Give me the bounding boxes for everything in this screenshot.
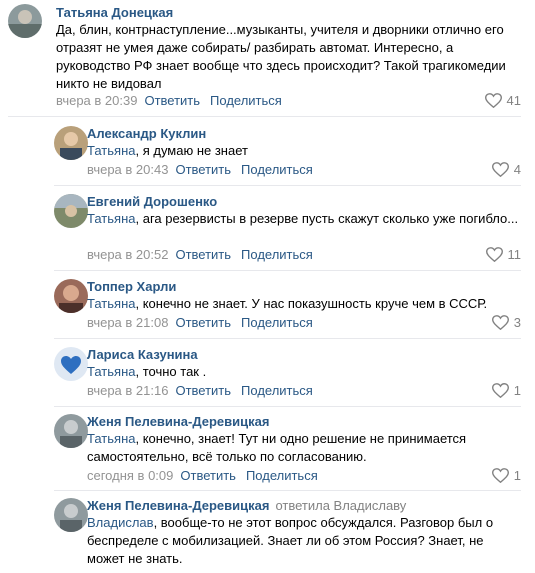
divider (54, 185, 521, 186)
share-button[interactable]: Поделиться (241, 247, 313, 262)
reply-to-link[interactable]: Татьяна (87, 211, 135, 226)
comment-text: Татьяна, конечно, знает! Тут ни одно реш… (87, 430, 519, 466)
comment-author[interactable]: Женя Пелевина-Деревицкая ответила Владисл… (87, 498, 406, 513)
comment-text: Да, блин, контрнаступление...музыканты, … (56, 22, 506, 91)
comment-meta: вчера в 21:08 Ответить Поделиться (87, 315, 313, 330)
like-button[interactable]: 11 (485, 247, 522, 262)
heart-outline-icon (484, 93, 502, 108)
share-button[interactable]: Поделиться (241, 315, 313, 330)
reply-button[interactable]: Ответить (175, 315, 231, 330)
comment-author[interactable]: Татьяна Донецкая (56, 5, 173, 20)
like-count: 1 (513, 383, 521, 398)
author-reply-note: ответила Владиславу (275, 498, 407, 513)
comment-author[interactable]: Евгений Дорошенко (87, 194, 217, 209)
reply-button[interactable]: Ответить (180, 468, 236, 483)
share-button[interactable]: Поделиться (241, 383, 313, 398)
share-button[interactable]: Поделиться (246, 468, 318, 483)
comment-text: Владислав, вообще-то не этот вопрос обсу… (87, 514, 519, 568)
like-button[interactable]: 3 (491, 315, 521, 330)
comment-body: , я думаю не знает (135, 143, 248, 158)
comment-body: , конечно, знает! Тут ни одно решение не… (87, 431, 467, 464)
comment-meta: вчера в 20:39 Ответить Поделиться (56, 93, 282, 108)
like-button[interactable]: 4 (491, 162, 521, 177)
avatar[interactable] (54, 279, 88, 313)
heart-outline-icon (491, 468, 509, 483)
comment-author[interactable]: Лариса Казунина (87, 347, 198, 362)
reply-button[interactable]: Ответить (175, 162, 231, 177)
heart-outline-icon (491, 315, 509, 330)
comment-text: Татьяна, точно так . (87, 363, 519, 381)
like-count: 41 (506, 93, 521, 108)
comment-author[interactable]: Топпер Харли (87, 279, 176, 294)
divider (54, 490, 521, 491)
comment-time[interactable]: вчера в 20:52 (87, 247, 168, 262)
comment-text: Татьяна, конечно не знает. У нас показуш… (87, 295, 519, 313)
comment-meta: вчера в 20:52 Ответить Поделиться (87, 247, 313, 262)
like-count: 11 (507, 247, 522, 262)
comment-author[interactable]: Женя Пелевина-Деревицкая (87, 414, 269, 429)
reply-to-link[interactable]: Татьяна (87, 431, 135, 446)
like-button[interactable]: 41 (484, 93, 521, 108)
comment-meta: вчера в 20:43 Ответить Поделиться (87, 162, 313, 177)
like-count: 3 (513, 315, 521, 330)
avatar[interactable] (54, 498, 88, 532)
avatar[interactable] (8, 4, 42, 38)
divider (54, 406, 521, 407)
comment-time[interactable]: сегодня в 0:09 (87, 468, 173, 483)
avatar[interactable] (54, 194, 88, 228)
reply-to-link[interactable]: Татьяна (87, 364, 135, 379)
reply-to-link[interactable]: Владислав (87, 515, 154, 530)
share-button[interactable]: Поделиться (241, 162, 313, 177)
heart-outline-icon (491, 383, 509, 398)
reply-button[interactable]: Ответить (175, 383, 231, 398)
divider (54, 270, 521, 271)
comment-meta: вчера в 21:16 Ответить Поделиться (87, 383, 313, 398)
comment-time[interactable]: вчера в 20:43 (87, 162, 168, 177)
like-button[interactable]: 1 (491, 468, 521, 483)
comment-time[interactable]: вчера в 21:16 (87, 383, 168, 398)
like-button[interactable]: 1 (491, 383, 521, 398)
comment-time[interactable]: вчера в 20:39 (56, 93, 137, 108)
share-button[interactable]: Поделиться (210, 93, 282, 108)
reply-button[interactable]: Ответить (175, 247, 231, 262)
reply-to-link[interactable]: Татьяна (87, 143, 135, 158)
heart-outline-icon (485, 247, 503, 262)
avatar[interactable] (54, 347, 88, 381)
like-count: 1 (513, 468, 521, 483)
avatar[interactable] (54, 414, 88, 448)
divider (54, 338, 521, 339)
comment-time[interactable]: вчера в 21:08 (87, 315, 168, 330)
heart-outline-icon (491, 162, 509, 177)
like-count: 4 (513, 162, 521, 177)
reply-to-link[interactable]: Татьяна (87, 296, 135, 311)
comment-body: , конечно не знает. У нас показушность к… (135, 296, 488, 311)
comment-meta: сегодня в 0:09 Ответить Поделиться (87, 468, 318, 483)
comment-text: Татьяна, ага резервисты в резерве пусть … (87, 210, 519, 228)
comment-author[interactable]: Александр Куклин (87, 126, 206, 141)
avatar[interactable] (54, 126, 88, 160)
reply-button[interactable]: Ответить (144, 93, 200, 108)
divider (8, 116, 521, 117)
comment-body: , ага резервисты в резерве пусть скажут … (135, 211, 519, 226)
comment-text: Татьяна, я думаю не знает (87, 142, 519, 160)
comment-body: , точно так . (135, 364, 207, 379)
author-name[interactable]: Женя Пелевина-Деревицкая (87, 498, 269, 513)
